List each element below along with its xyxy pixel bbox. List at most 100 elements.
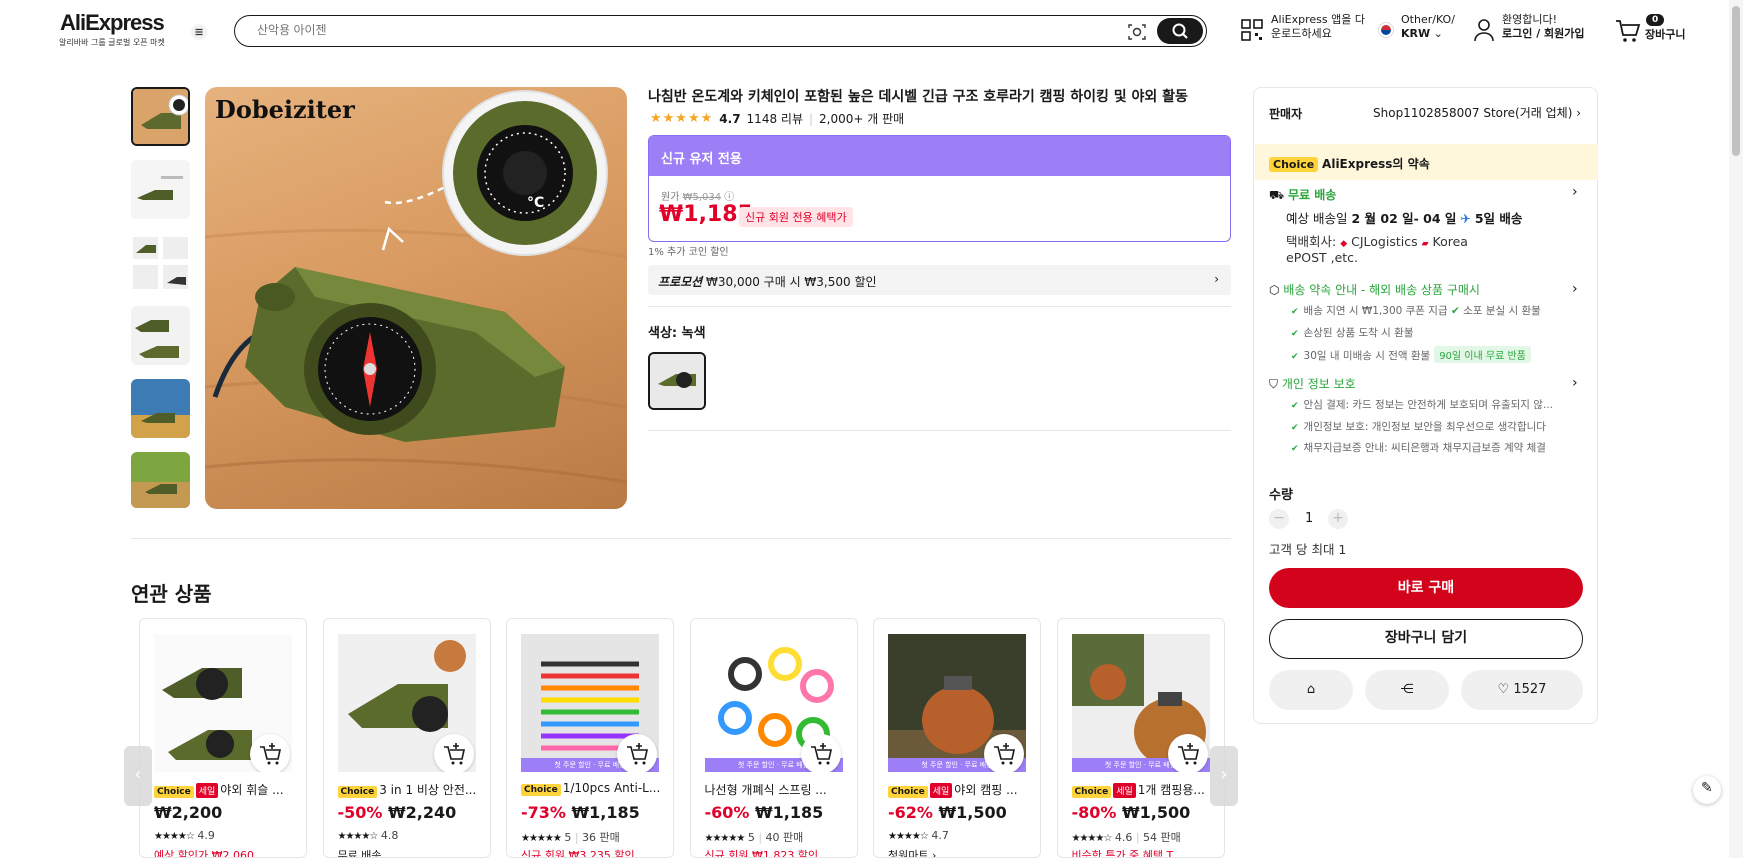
carrier-row: 택배회사: ◆ CJLogistics ▰ Korea bbox=[1286, 231, 1468, 250]
korea-post-logo-icon: ▰ bbox=[1421, 239, 1429, 249]
aliexpress-logo[interactable]: AliExpress bbox=[60, 10, 165, 36]
chevron-down-icon: ⌄ bbox=[1433, 27, 1443, 40]
card-title[interactable]: Choice 1/10pcs Anti-L... bbox=[521, 781, 663, 796]
add-to-cart-icon-button[interactable] bbox=[800, 734, 841, 772]
card-price: -62% ₩1,500 bbox=[888, 803, 1007, 822]
gallery-thumbnail[interactable] bbox=[131, 160, 190, 219]
buy-now-button[interactable]: 바로 구매 bbox=[1269, 568, 1583, 608]
related-product-card[interactable]: Choice 세일 야외 휘슬 ... ₩2,200 ★★★★☆ 4.9 예상 할인… bbox=[139, 618, 307, 858]
chevron-right-icon[interactable]: › bbox=[1572, 184, 1578, 200]
scrollbar-thumb[interactable] bbox=[1732, 6, 1740, 156]
camera-search-icon[interactable] bbox=[1127, 22, 1147, 42]
card-rating-value: 4.6 bbox=[1114, 831, 1133, 844]
wishlist-button[interactable]: ♡ 1527 bbox=[1461, 670, 1583, 710]
card-title[interactable]: Choice 세일 야외 캠핑 ... bbox=[888, 781, 1030, 798]
card-price-value: ₩2,240 bbox=[388, 803, 457, 822]
card-title[interactable]: Choice 3 in 1 비상 안전... bbox=[337, 781, 480, 798]
share-button[interactable]: ⋲ bbox=[1365, 670, 1449, 710]
related-product-card[interactable]: 첫 주문 할인 · 무료 배송 Choice 세일 야외 캠핑 ... -62% ₩… bbox=[873, 618, 1041, 858]
review-count-link[interactable]: 1148 리뷰 bbox=[747, 110, 803, 127]
menu-icon[interactable] bbox=[191, 24, 207, 40]
card-title[interactable]: 나선형 개폐식 스프링 ... bbox=[705, 781, 847, 798]
app-download-link[interactable]: AliExpress 앱을 다 운로드하세요 bbox=[1271, 13, 1365, 41]
product-image[interactable] bbox=[337, 634, 476, 772]
seller-name-link[interactable]: Shop1102858007 Store(거래 업체) › bbox=[1373, 104, 1581, 121]
free-shipping-label: 무료 배송 bbox=[1287, 188, 1337, 202]
carousel-prev-button[interactable]: ‹ bbox=[124, 746, 152, 806]
card-title-text: 야외 캠핑 ... bbox=[954, 783, 1018, 797]
max-quantity-text: 고객 당 최대 1 bbox=[1269, 542, 1347, 557]
main-product-image[interactable]: Dobeiziter °C bbox=[205, 87, 627, 509]
privacy-row[interactable]: ⛉ 개인 정보 보호 bbox=[1269, 375, 1356, 392]
color-option-green[interactable] bbox=[648, 352, 706, 410]
thumbnail-whistle-image bbox=[131, 233, 190, 292]
chevron-right-icon[interactable]: › bbox=[1572, 375, 1578, 391]
quantity-value[interactable]: 1 bbox=[1305, 511, 1313, 526]
currency-label: KRW bbox=[1401, 27, 1431, 40]
user-icon[interactable] bbox=[1473, 18, 1495, 42]
gallery-thumbnail[interactable] bbox=[131, 379, 190, 438]
cart-icon[interactable] bbox=[1615, 19, 1641, 43]
choice-tag: Choice bbox=[154, 786, 194, 798]
rating-stars-icon: ★★★★★ bbox=[650, 111, 714, 126]
promotion-text: ₩30,000 구매 시 ₩3,500 할인 bbox=[706, 275, 877, 289]
feedback-button[interactable]: ✎ bbox=[1693, 776, 1721, 804]
thumbnail-whistle-image bbox=[133, 89, 188, 144]
temperature-unit-label: °C bbox=[527, 195, 545, 211]
card-title[interactable]: Choice 세일 1개 캠핑용... bbox=[1071, 781, 1214, 798]
card-rating-value: 4.9 bbox=[197, 829, 215, 842]
free-shipping-row[interactable]: ⛟ 무료 배송 bbox=[1269, 186, 1336, 204]
login-signup-text: 로그인 / 회원가입 bbox=[1502, 27, 1585, 40]
card-extra-info: 청원마트 › bbox=[888, 849, 937, 858]
card-price: -73% ₩1,185 bbox=[521, 803, 640, 822]
account-link[interactable]: 환영합니다! 로그인 / 회원가입 bbox=[1502, 13, 1585, 41]
choice-tag: Choice bbox=[1071, 786, 1112, 798]
add-to-cart-icon-button[interactable] bbox=[250, 734, 290, 772]
app-download-line2: 운로드하세요 bbox=[1271, 27, 1332, 40]
promotion-bar[interactable]: 프로모션 ₩30,000 구매 시 ₩3,500 할인 › bbox=[648, 265, 1231, 295]
locale-currency-selector[interactable]: Other/KO/KRW ⌄ bbox=[1401, 13, 1455, 41]
related-product-card[interactable]: 첫 주문 할인 · 무료 배송 Choice 1/10pcs Anti-L... … bbox=[506, 618, 674, 858]
seller-name: Shop1102858007 Store(거래 업체) bbox=[1373, 106, 1573, 120]
add-to-cart-icon-button[interactable] bbox=[984, 734, 1024, 772]
page-scrollbar[interactable] bbox=[1729, 0, 1743, 858]
gallery-thumbnail[interactable] bbox=[131, 87, 190, 146]
star-rating-icon: ★★★★☆ bbox=[888, 831, 929, 842]
add-to-cart-button[interactable]: 장바구니 담기 bbox=[1269, 619, 1583, 659]
carousel-next-button[interactable]: › bbox=[1210, 746, 1238, 806]
store-button[interactable]: ⌂ bbox=[1269, 670, 1353, 710]
eta-dates: 2 월 02 일- 04 일 bbox=[1351, 211, 1457, 226]
add-to-cart-icon-button[interactable] bbox=[617, 734, 657, 772]
quantity-decrease-button[interactable]: − bbox=[1269, 509, 1289, 529]
search-button[interactable] bbox=[1157, 18, 1203, 44]
card-rating: ★★★★☆ 4.8 bbox=[338, 829, 399, 842]
add-to-cart-icon-button[interactable] bbox=[433, 734, 474, 772]
guarantee-item: 배송 지연 시 ₩1,300 쿠폰 지급 ✔ 소포 분실 시 환불 bbox=[1291, 303, 1541, 318]
sale-tag: 세일 bbox=[1113, 783, 1136, 798]
rating-row: ★★★★★ 4.7 1148 리뷰 | 2,000+ 개 판매 bbox=[650, 110, 904, 127]
related-product-card[interactable]: Choice 3 in 1 비상 안전... -50% ₩2,240 ★★★★☆ … bbox=[322, 618, 491, 858]
product-image[interactable]: 첫 주문 할인 · 무료 배송 bbox=[888, 634, 1026, 772]
card-extra-info: 비슷한 특가 중 혜택 T bbox=[1071, 849, 1174, 858]
chevron-right-icon[interactable]: › bbox=[1572, 281, 1578, 297]
product-image[interactable]: 첫 주문 할인 · 무료 배송 bbox=[704, 634, 843, 772]
card-title[interactable]: Choice 세일 야외 휘슬 ... bbox=[154, 781, 296, 798]
cart-label[interactable]: 장바구니 bbox=[1645, 28, 1685, 42]
delivery-promise-row[interactable]: ⬡ 배송 약속 안내 - 해외 배송 상품 구매시 bbox=[1269, 281, 1480, 298]
add-to-cart-icon-button[interactable] bbox=[1167, 734, 1208, 772]
cart-count-badge: 0 bbox=[1646, 14, 1665, 26]
quantity-increase-button[interactable]: + bbox=[1328, 509, 1348, 529]
related-product-card[interactable]: 첫 주문 할인 · 무료 배송 나선형 개폐식 스프링 ... -60% ₩1,… bbox=[689, 618, 858, 858]
product-image[interactable]: 첫 주문 할인 · 무료 배송 bbox=[521, 634, 659, 772]
purchase-panel: 판매자 Shop1102858007 Store(거래 업체) › Choice… bbox=[1253, 87, 1598, 724]
gallery-thumbnail[interactable] bbox=[131, 233, 190, 292]
qr-code-icon[interactable] bbox=[1240, 18, 1264, 42]
delivery-estimate: 예상 배송일 2 월 02 일- 04 일 ✈ 5일 배송 bbox=[1286, 208, 1522, 227]
gallery-thumbnail[interactable] bbox=[131, 452, 190, 508]
gallery-thumbnail[interactable] bbox=[131, 306, 190, 365]
product-image[interactable] bbox=[154, 634, 292, 772]
related-product-card[interactable]: 첫 주문 할인 · 무료 배송 Choice 세일 1개 캠핑용... -80% ₩… bbox=[1056, 618, 1225, 858]
thumbnail-whistle-image bbox=[131, 452, 190, 508]
product-image[interactable]: 첫 주문 할인 · 무료 배송 bbox=[1071, 634, 1210, 772]
search-input[interactable] bbox=[257, 23, 1017, 37]
